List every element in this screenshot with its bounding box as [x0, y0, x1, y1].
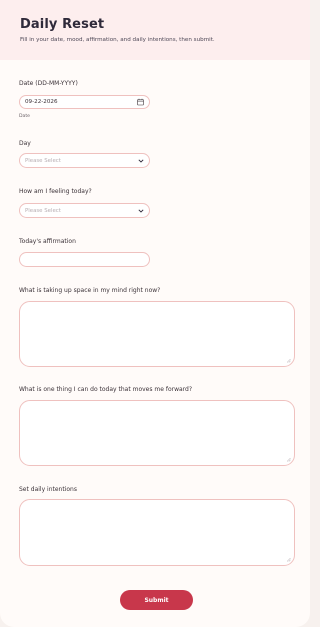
mind-label: What is taking up space in my mind right… [19, 287, 161, 294]
day-select[interactable]: Please Select [19, 153, 150, 168]
resize-handle-icon[interactable] [286, 557, 291, 562]
mood-placeholder: Please Select [25, 207, 61, 214]
form-card: Daily Reset Fill in your date, mood, aff… [0, 0, 310, 627]
day-placeholder: Please Select [25, 157, 61, 164]
intentions-textarea[interactable] [19, 499, 295, 566]
mind-textarea[interactable] [19, 301, 295, 367]
resize-handle-icon[interactable] [286, 457, 291, 462]
day-label: Day [19, 140, 31, 147]
page-title: Daily Reset [20, 17, 105, 32]
date-input[interactable]: 09-22-2026 [19, 95, 150, 109]
mood-label: How am I feeling today? [19, 188, 92, 195]
forward-label: What is one thing I can do today that mo… [19, 386, 193, 393]
affirmation-input[interactable] [19, 252, 150, 267]
form-header: Daily Reset Fill in your date, mood, aff… [0, 0, 310, 60]
calendar-icon[interactable] [137, 98, 144, 106]
chevron-down-icon [138, 158, 144, 163]
chevron-down-icon [138, 208, 144, 213]
intentions-label: Set daily intentions [19, 486, 77, 493]
submit-button[interactable]: Submit [120, 590, 193, 610]
resize-handle-icon[interactable] [286, 358, 291, 363]
forward-textarea[interactable] [19, 400, 295, 466]
page-subtitle: Fill in your date, mood, affirmation, an… [20, 37, 215, 43]
date-value: 09-22-2026 [25, 99, 58, 105]
mood-select[interactable]: Please Select [19, 203, 150, 218]
affirmation-label: Today's affirmation [19, 238, 76, 245]
date-label: Date (DD-MM-YYYY) [19, 80, 78, 87]
date-sublabel: Date [19, 114, 30, 119]
